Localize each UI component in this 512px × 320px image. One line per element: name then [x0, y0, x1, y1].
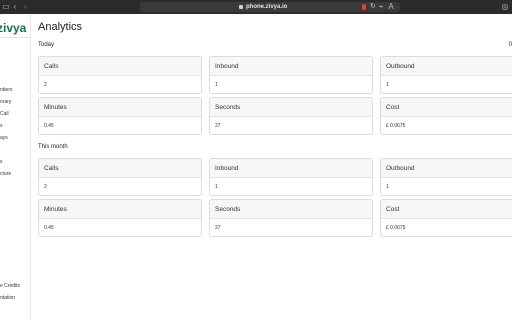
stat-card-value: 0.45 [44, 225, 54, 231]
stat-card-label: Minutes [39, 200, 201, 219]
stat-card-seconds: Seconds 27 [209, 97, 373, 135]
stat-card-minutes: Minutes 0.45 [38, 199, 202, 237]
reader-button[interactable]: A [388, 2, 394, 12]
sidebar-item-library[interactable]: orary [0, 99, 11, 105]
sidebar-item-6[interactable]: s [0, 159, 3, 165]
stat-card-value: 2 [44, 82, 47, 88]
stat-card-label: Outbound [381, 159, 512, 178]
stat-card-value: 1 [386, 184, 389, 190]
sidebar-item-credits[interactable]: e Credits [0, 283, 20, 289]
stat-card-cost: Cost £ 0.0675 [380, 199, 512, 237]
section-title-this-month: This month [38, 144, 68, 150]
forward-button[interactable]: › [22, 2, 28, 12]
stat-card-label: Inbound [210, 159, 372, 178]
stat-card-label: Outbound [381, 57, 512, 76]
stat-card-label: Cost [381, 200, 512, 219]
main-content: Analytics 0 Today Calls 2 Inbound 1 Outb… [31, 14, 512, 320]
sidebar-item-5[interactable]: ays [0, 135, 8, 141]
stat-card-cost: Cost £ 0.0675 [380, 97, 512, 135]
address-bar-url: phone.zivya.io [246, 4, 288, 10]
stat-card-calls: Calls 2 [38, 158, 202, 196]
sidebar-item-call[interactable]: Call [0, 111, 9, 117]
stat-card-value: 1 [386, 82, 389, 88]
stat-card-label: Minutes [39, 98, 201, 117]
sidebar-divider [0, 37, 30, 38]
address-bar[interactable]: phone.zivya.io ↻ [140, 2, 400, 12]
sidebar: zivya nbers orary Call s ays s cture e C… [0, 14, 31, 320]
stat-card-label: Cost [381, 98, 512, 117]
translate-icon[interactable]: ⌁ [378, 2, 384, 12]
stat-card-outbound: Outbound 1 [380, 56, 512, 94]
stat-card-seconds: Seconds 27 [209, 199, 373, 237]
stat-card-outbound: Outbound 1 [380, 158, 512, 196]
back-button[interactable]: ‹ [12, 2, 18, 12]
stat-card-value: 1 [215, 82, 218, 88]
stat-card-label: Seconds [210, 98, 372, 117]
stat-card-minutes: Minutes 0.45 [38, 97, 202, 135]
sidebar-item-numbers[interactable]: nbers [0, 87, 13, 93]
brand-logo[interactable]: zivya [0, 21, 26, 35]
sidebar-item-4[interactable]: s [0, 123, 3, 129]
stat-card-value: 27 [215, 123, 221, 129]
sidebar-item-7[interactable]: cture [0, 171, 11, 177]
sidebar-item-documentation[interactable]: ntation [0, 295, 15, 301]
reload-button[interactable]: ↻ [370, 2, 376, 12]
browser-toolbar: ▭ ‹ › phone.zivya.io ↻ ⌁ A ◎ [0, 0, 512, 14]
sidebar-toggle-icon[interactable]: ▭ [2, 2, 10, 12]
microphone-icon[interactable] [362, 4, 366, 10]
stat-card-label: Seconds [210, 200, 372, 219]
account-icon[interactable]: ◎ [500, 2, 510, 12]
page-title: Analytics [38, 21, 83, 33]
stat-card-label: Calls [39, 57, 201, 76]
stat-card-value: £ 0.0675 [386, 123, 406, 129]
stat-card-value: 0.45 [44, 123, 54, 129]
header-corner-text: 0 [508, 42, 512, 48]
stat-card-label: Calls [39, 159, 201, 178]
lock-icon [239, 5, 243, 9]
stat-card-inbound: Inbound 1 [209, 158, 373, 196]
section-title-today: Today [38, 42, 55, 48]
stat-card-inbound: Inbound 1 [209, 56, 373, 94]
stat-card-value: 27 [215, 225, 221, 231]
stat-card-calls: Calls 2 [38, 56, 202, 94]
stat-card-value: 2 [44, 184, 47, 190]
stat-card-value: 1 [215, 184, 218, 190]
stat-card-label: Inbound [210, 57, 372, 76]
stat-card-value: £ 0.0675 [386, 225, 406, 231]
